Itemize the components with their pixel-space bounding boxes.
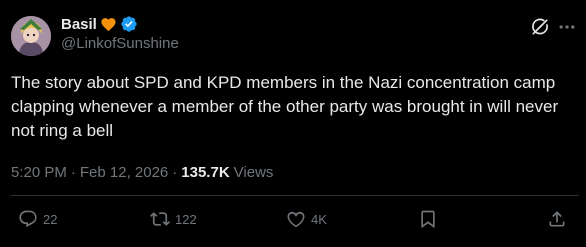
like-icon — [286, 209, 306, 229]
tweet-date[interactable]: Feb 12, 2026 — [80, 164, 168, 181]
meta-separator: · — [70, 163, 76, 181]
share-button[interactable] — [547, 207, 567, 231]
orange-heart-icon — [100, 16, 117, 33]
repost-icon — [150, 209, 170, 229]
verified-badge-icon[interactable] — [120, 15, 138, 33]
tweet-time[interactable]: 5:20 PM — [11, 164, 67, 181]
more-icon[interactable] — [556, 17, 578, 37]
author-handle[interactable]: @LinkofSunshine — [61, 35, 179, 52]
reply-icon — [18, 209, 38, 229]
reply-count: 22 — [43, 211, 58, 227]
views-count: 135.7K — [181, 163, 230, 181]
bookmark-button[interactable] — [418, 207, 438, 231]
avatar[interactable] — [11, 16, 51, 56]
tweet-text: The story about SPD and KPD members in t… — [11, 73, 559, 140]
repost-count: 122 — [175, 211, 197, 227]
reply-button[interactable]: 22 — [18, 207, 57, 231]
repost-button[interactable]: 122 — [150, 207, 197, 231]
like-count: 4K — [311, 211, 327, 227]
grok-icon[interactable] — [530, 17, 550, 37]
author-display-name[interactable]: Basil — [61, 16, 97, 33]
tweet-meta: 5:20 PM · Feb 12, 2026 · 135.7K Views — [11, 161, 273, 183]
meta-separator-2: · — [172, 163, 178, 181]
bookmark-icon — [418, 209, 438, 229]
divider — [11, 195, 579, 196]
author-name-row: Basil — [61, 14, 138, 34]
views-label: Views — [233, 163, 274, 181]
share-icon — [547, 209, 567, 229]
like-button[interactable]: 4K — [286, 207, 327, 231]
action-bar: 22 122 4K — [0, 207, 586, 231]
tweet: Basil @LinkofSunshine The story about SP… — [0, 0, 586, 247]
